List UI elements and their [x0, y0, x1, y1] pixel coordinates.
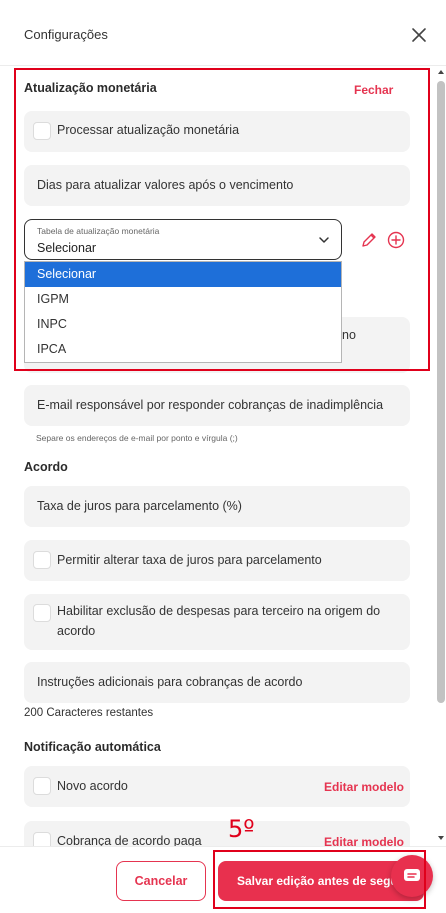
allow-interest-label: Permitir alterar taxa de juros para parc… [57, 553, 322, 567]
scroll-down-arrow-icon[interactable] [437, 834, 445, 842]
highlight-box-monetary [14, 68, 430, 371]
close-icon[interactable] [410, 26, 428, 44]
cancel-button[interactable]: Cancelar [116, 861, 206, 901]
modal-header: Configurações [0, 0, 446, 66]
agreement-paid-label: Cobrança de acordo paga [57, 834, 202, 846]
expense-exclusion-label-line2: acordo [57, 624, 96, 638]
new-agreement-checkbox[interactable] [33, 777, 51, 795]
delinquency-email-placeholder: E-mail responsável por responder cobranç… [37, 398, 384, 412]
agreement-section-title: Acordo [24, 460, 68, 474]
new-agreement-label: Novo acordo [57, 779, 128, 793]
edit-template-link[interactable]: Editar modelo [324, 835, 404, 846]
expense-exclusion-checkbox[interactable] [33, 604, 51, 622]
email-helper-text: Separe os endereços de e-mail por ponto … [36, 433, 238, 443]
expense-exclusion-label-line1: Habilitar exclusão de despesas para terc… [57, 604, 381, 618]
installment-interest-placeholder: Taxa de juros para parcelamento (%) [37, 499, 242, 513]
scrollbar[interactable] [434, 66, 446, 846]
chars-remaining: 200 Caracteres restantes [24, 707, 154, 719]
agreement-instructions-field[interactable]: Instruções adicionais para cobranças de … [24, 662, 410, 703]
highlight-box-save [213, 850, 426, 909]
scrollbar-thumb[interactable] [437, 81, 445, 703]
expense-exclusion-row[interactable]: Habilitar exclusão de despesas para terc… [24, 594, 410, 650]
installment-interest-field[interactable]: Taxa de juros para parcelamento (%) [24, 486, 410, 527]
step-annotation: 5º [228, 815, 255, 843]
notification-row-new-agreement[interactable]: Novo acordo Editar modelo [24, 766, 410, 807]
allow-interest-checkbox[interactable] [33, 551, 51, 569]
notification-row-agreement-paid[interactable]: Cobrança de acordo paga Editar modelo [24, 821, 410, 846]
agreement-instructions-placeholder: Instruções adicionais para cobranças de … [37, 675, 303, 689]
agreement-paid-checkbox[interactable] [33, 832, 51, 846]
page-title: Configurações [24, 27, 108, 42]
notification-section-title: Notificação automática [24, 740, 161, 754]
scroll-up-arrow-icon[interactable] [437, 68, 445, 76]
delinquency-email-field[interactable]: E-mail responsável por responder cobranç… [24, 385, 410, 426]
edit-template-link[interactable]: Editar modelo [324, 780, 404, 794]
allow-interest-row[interactable]: Permitir alterar taxa de juros para parc… [24, 540, 410, 581]
